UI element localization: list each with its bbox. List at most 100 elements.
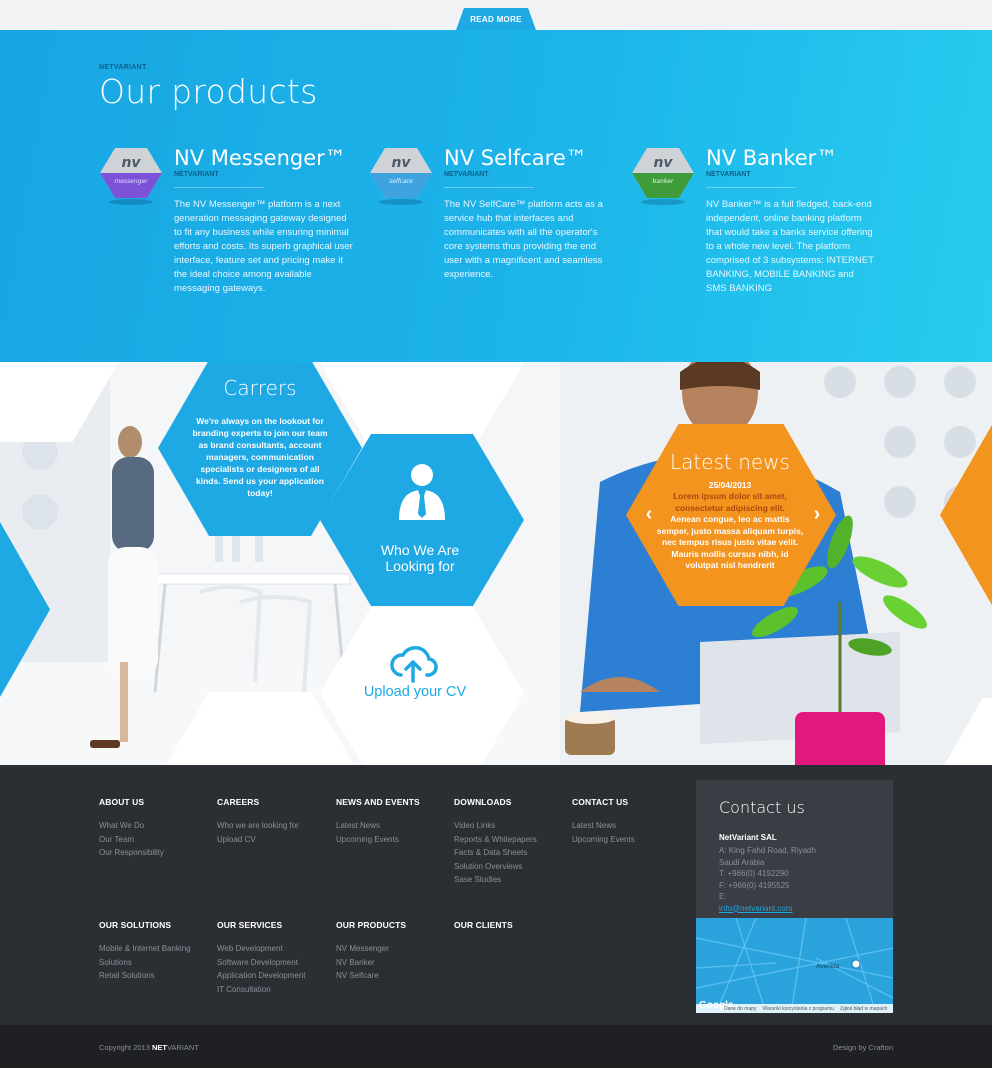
footer-link[interactable]: Who we are looking for (217, 819, 299, 833)
product-subtitle: NETVARIANT (444, 171, 489, 178)
contact-card: Contact us NetVariant SAL A: King Fahd R… (696, 780, 893, 1013)
copyright: Copyright 2013 NETVARIANT (99, 1043, 199, 1052)
contact-email-prefix: E: (719, 892, 727, 901)
footer-heading[interactable]: NEWS AND EVENTS (336, 797, 420, 807)
footer-col-clients: OUR CLIENTS (454, 920, 513, 942)
footer-link[interactable]: Upcoming Events (336, 833, 420, 847)
contact-email-line: E: info@netvariant.com (719, 891, 816, 914)
person-icon (399, 464, 445, 520)
map-streets (696, 918, 893, 1013)
footer-link[interactable]: Solution Overviews (454, 860, 537, 874)
who-we-are-looking-for[interactable]: Who We Are Looking for (355, 542, 485, 574)
footer-col-careers: CAREERS Who we are looking for Upload CV (217, 797, 299, 846)
product-description: The NV Messenger™ platform is a next gen… (174, 199, 353, 294)
contact-title: Contact us (719, 798, 805, 817)
footer-heading[interactable]: ABOUT US (99, 797, 164, 807)
product-name[interactable]: NV Selfcare™ (444, 146, 587, 170)
footer-link[interactable]: NV Selfcare (336, 969, 406, 983)
contact-address-line1: A: King Fahd Road, Riyadh (719, 846, 816, 855)
read-more-tab[interactable]: READ MORE (456, 8, 536, 30)
footer-heading[interactable]: OUR SERVICES (217, 920, 306, 930)
selfcare-logo-sub: selfcare (389, 178, 413, 185)
footer-link[interactable]: Sase Studies (454, 873, 537, 887)
product-description: The NV SelfCare™ platform acts as a serv… (444, 199, 603, 280)
product-name[interactable]: NV Banker™ (706, 146, 837, 170)
map-data-link[interactable]: Dane do mapy (724, 1006, 757, 1012)
cloud-upload-icon[interactable] (387, 645, 439, 685)
footer-heading[interactable]: CAREERS (217, 797, 299, 807)
messenger-logo-sub: messenger (114, 178, 148, 185)
footer-heading[interactable]: CONTACT US (572, 797, 635, 807)
footer-col-solutions: OUR SOLUTIONS Mobile & Internet Banking … (99, 920, 191, 983)
news-next-arrow-icon[interactable]: › (810, 502, 824, 526)
product-messenger[interactable]: nv messenger NV Messenger™ NETVARIANT Th… (99, 146, 359, 326)
design-credit[interactable]: Design by Crafton (833, 1043, 893, 1052)
contact-phone: T: +966(0) 4192290 (719, 869, 789, 878)
footer-link[interactable]: Our Responsibility (99, 846, 164, 860)
footer-link[interactable]: Video Links (454, 819, 537, 833)
selfcare-logo-icon: nv selfcare (370, 148, 432, 205)
map-street-label: Avenida (816, 963, 840, 970)
footer-col-products: OUR PRODUCTS NV Messenger NV Banker NV S… (336, 920, 406, 983)
selfcare-logo-text: nv (391, 155, 411, 171)
top-strip: READ MORE (0, 0, 992, 30)
product-subtitle: NETVARIANT (174, 171, 219, 178)
product-divider (444, 187, 534, 188)
map-report-link[interactable]: Zgłoś błąd w mapach (840, 1006, 887, 1012)
footer-link[interactable]: Upload CV (217, 833, 299, 847)
footer-heading[interactable]: OUR PRODUCTS (336, 920, 406, 930)
news-body: Aenean congue, leo ac mattis semper, jus… (656, 514, 804, 570)
product-banker[interactable]: nv banker NV Banker™ NETVARIANT NV Banke… (631, 146, 891, 326)
footer-link[interactable]: NV Banker (336, 956, 406, 970)
news-prev-arrow-icon[interactable]: ‹ (642, 502, 656, 526)
contact-address-line2: Saudi Arabia (719, 857, 765, 867)
news-date: 25/04/2013 (708, 480, 752, 490)
brand-rest: VARIANT (166, 1043, 199, 1052)
footer-heading[interactable]: OUR CLIENTS (454, 920, 513, 930)
footer-link[interactable]: Upcoming Events (572, 833, 635, 847)
location-map[interactable]: Avenida Google Dane do mapy Warunki korz… (696, 918, 893, 1013)
brand-bold: NET (151, 1043, 167, 1052)
footer-heading[interactable]: OUR SOLUTIONS (99, 920, 191, 930)
footer-col-about: ABOUT US What We Do Our Team Our Respons… (99, 797, 164, 860)
banker-logo-icon: nv banker (632, 148, 694, 205)
contact-details: A: King Fahd Road, Riyadh Saudi Arabia T… (719, 845, 816, 914)
footer-link[interactable]: Web Development (217, 942, 306, 956)
careers-news-section: Carrers We're always on the lookout for … (0, 362, 992, 765)
footer-link[interactable]: Our Team (99, 833, 164, 847)
messenger-logo-icon: nv messenger (100, 148, 162, 205)
product-name[interactable]: NV Messenger™ (174, 146, 346, 170)
careers-title: Carrers (223, 376, 297, 400)
footer-link[interactable]: Software Development (217, 956, 306, 970)
footer-link[interactable]: Retail Solutions (99, 969, 191, 983)
footer-link[interactable]: Reports & Whitepapers (454, 833, 537, 847)
banker-logo-text: nv (653, 155, 673, 171)
footer-link[interactable]: IT Consultation (217, 983, 306, 997)
products-eyebrow: NETVARIANT (99, 64, 147, 71)
footer-link[interactable]: What We Do (99, 819, 164, 833)
product-divider (706, 187, 796, 188)
bottom-bar: Copyright 2013 NETVARIANT Design by Craf… (0, 1025, 992, 1068)
products-section: NETVARIANT Our products nv messenger NV … (0, 30, 992, 362)
footer-link[interactable]: Latest News (336, 819, 420, 833)
product-selfcare[interactable]: nv selfcare NV Selfcare™ NETVARIANT The … (369, 146, 629, 326)
footer-link[interactable]: Solutions (99, 956, 191, 970)
footer-link[interactable]: Application Development (217, 969, 306, 983)
careers-text: We're always on the lookout for branding… (192, 416, 328, 498)
footer-col-downloads: DOWNLOADS Video Links Reports & Whitepap… (454, 797, 537, 887)
footer-link[interactable]: Facts & Data Sheets (454, 846, 537, 860)
upload-cv-link[interactable]: Upload your CV (340, 684, 490, 700)
contact-email-link[interactable]: info@netvariant.com (719, 903, 816, 915)
map-footer: Dane do mapy Warunki korzystania z progr… (696, 1004, 893, 1013)
news-lead[interactable]: Lorem ipsum dolor sit amet, consectetur … (660, 491, 800, 514)
footer-col-services: OUR SERVICES Web Development Software De… (217, 920, 306, 996)
footer-col-contact: CONTACT US Latest News Upcoming Events (572, 797, 635, 846)
banker-logo-sub: banker (653, 178, 674, 185)
footer-col-news: NEWS AND EVENTS Latest News Upcoming Eve… (336, 797, 420, 846)
map-terms-link[interactable]: Warunki korzystania z programu (763, 1006, 835, 1012)
footer-link[interactable]: NV Messenger (336, 942, 406, 956)
product-subtitle: NETVARIANT (706, 171, 751, 178)
footer-link[interactable]: Latest News (572, 819, 635, 833)
footer-heading[interactable]: DOWNLOADS (454, 797, 537, 807)
footer-link[interactable]: Mobile & Internet Banking (99, 942, 191, 956)
